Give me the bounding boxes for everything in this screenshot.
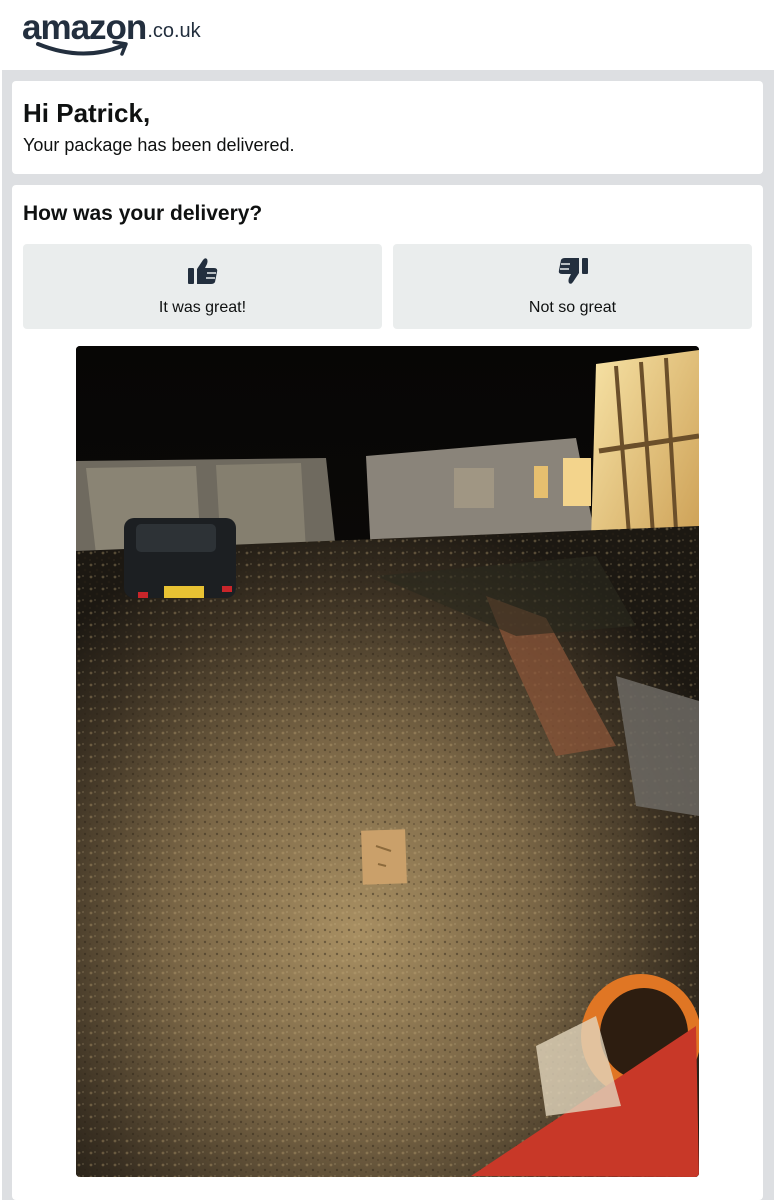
not-so-great-button[interactable]: Not so great <box>393 244 752 329</box>
delivery-status-message: Your package has been delivered. <box>23 135 295 155</box>
amazon-logo[interactable]: amazon .co.uk <box>22 8 201 60</box>
not-so-great-label: Not so great <box>528 299 617 316</box>
thumbs-up-icon <box>187 258 217 284</box>
logo-domain: .co.uk <box>147 20 201 42</box>
delivery-question: How was your delivery? <box>23 202 263 225</box>
it-was-great-label: It was great! <box>158 299 247 316</box>
greeting-card: Hi Patrick, Your package has been delive… <box>12 81 763 174</box>
delivery-photo-scene <box>76 346 699 1177</box>
delivery-photo[interactable] <box>76 346 699 1177</box>
greeting-title: Hi Patrick, <box>23 98 151 128</box>
delivery-feedback-card: How was your delivery? It was great! Not… <box>12 185 763 1200</box>
it-was-great-button[interactable]: It was great! <box>23 244 382 329</box>
header: amazon .co.uk <box>0 0 776 70</box>
thumbs-down-icon <box>558 258 588 284</box>
smile-arrow-icon <box>36 40 128 56</box>
